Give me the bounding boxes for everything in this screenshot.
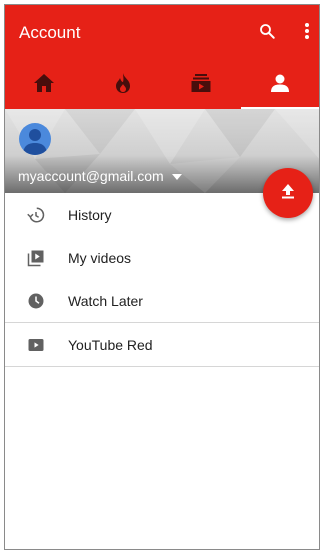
tab-bar <box>5 61 319 109</box>
menu-item-youtube-red[interactable]: YouTube Red <box>5 323 319 366</box>
trending-fire-icon <box>114 72 132 99</box>
search-icon[interactable] <box>256 20 278 42</box>
history-icon <box>26 205 46 225</box>
menu-item-label: Watch Later <box>68 292 143 309</box>
tab-subscriptions[interactable] <box>162 61 241 109</box>
account-switcher[interactable]: myaccount@gmail.com <box>18 167 182 185</box>
avatar[interactable] <box>19 123 51 155</box>
app-bar: Account <box>5 5 319 109</box>
phone-screen: Account myaccount@gmail.com History My v… <box>4 4 320 550</box>
menu-item-my-videos[interactable]: My videos <box>5 236 319 279</box>
watch-later-icon <box>26 291 46 311</box>
more-vert-icon[interactable] <box>296 20 318 42</box>
tab-trending[interactable] <box>84 61 163 109</box>
tab-account[interactable] <box>240 61 320 109</box>
youtube-red-icon <box>26 335 46 355</box>
tab-home[interactable] <box>5 61 84 109</box>
divider <box>5 366 319 367</box>
dropdown-arrow-icon <box>171 167 182 185</box>
menu-item-label: My videos <box>68 249 132 266</box>
upload-icon <box>280 183 296 204</box>
account-icon <box>270 73 290 98</box>
my-videos-icon <box>26 248 46 268</box>
menu-item-watch-later[interactable]: Watch Later <box>5 279 319 322</box>
account-menu: History My videos Watch Later YouTube Re… <box>5 193 319 367</box>
subscriptions-icon <box>191 73 211 98</box>
menu-item-label: History <box>68 206 112 223</box>
account-email: myaccount@gmail.com <box>18 168 164 184</box>
menu-item-label: YouTube Red <box>68 336 153 353</box>
page-title: Account <box>19 23 81 42</box>
home-icon <box>33 73 55 98</box>
upload-button[interactable] <box>263 168 313 218</box>
